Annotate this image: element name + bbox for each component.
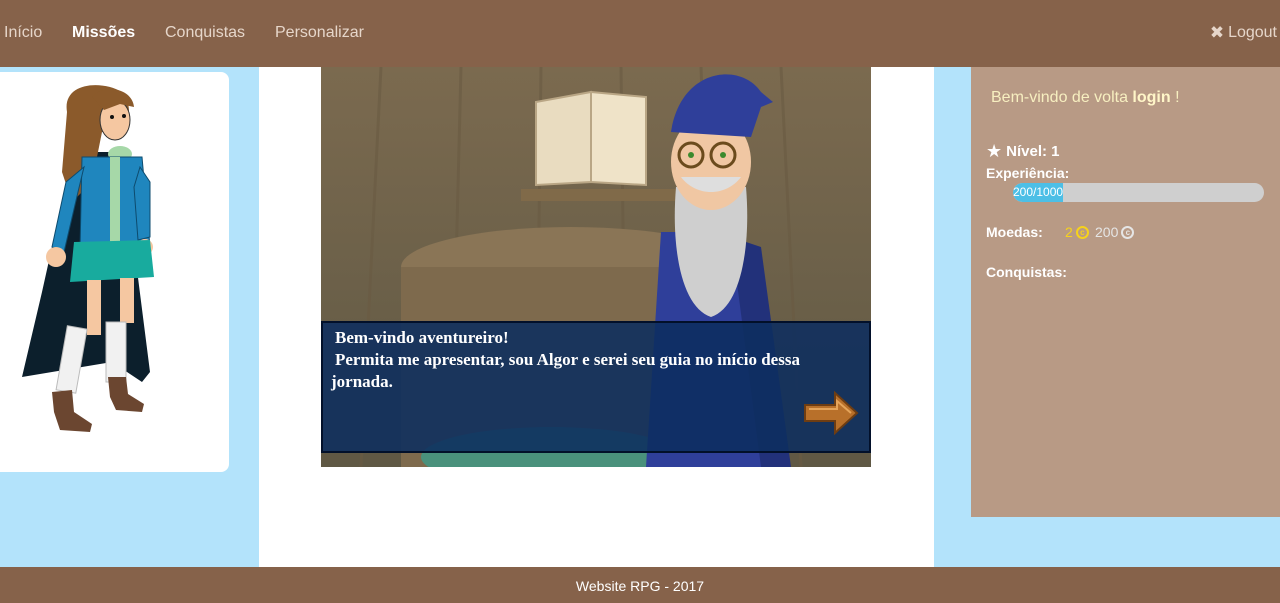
dialog-line-1: Bem-vindo aventureiro! <box>335 328 509 347</box>
experience-progress-text: 200/1000 <box>1013 185 1064 199</box>
mission-scene: Bem-vindo aventureiro! Permita me aprese… <box>321 67 871 467</box>
silver-coins: 200 c <box>1095 224 1135 240</box>
close-icon: ✖ <box>1209 23 1225 42</box>
nav-conquistas[interactable]: Conquistas <box>165 24 245 42</box>
achievements-label: Conquistas: <box>986 264 1067 280</box>
experience-label: Experiência: <box>986 165 1070 181</box>
welcome-prefix: Bem-vindo de volta <box>991 89 1128 106</box>
nav-missoes[interactable]: Missões <box>72 24 135 42</box>
stats-panel: Bem-vindo de volta login ! ★ Nível: 1 Ex… <box>971 67 1280 517</box>
nav-personalizar[interactable]: Personalizar <box>275 24 364 42</box>
silver-coins-value: 200 <box>1095 224 1119 240</box>
mission-area: Bem-vindo aventureiro! Permita me aprese… <box>259 67 934 567</box>
footer: Website RPG - 2017 <box>0 567 1280 603</box>
dialog-box: Bem-vindo aventureiro! Permita me aprese… <box>321 321 871 453</box>
welcome-suffix: ! <box>1175 89 1180 106</box>
experience-progress-bar: 200/1000 <box>1013 183 1264 202</box>
level-label: Nível: 1 <box>1006 143 1060 160</box>
logout-label: Logout <box>1228 24 1277 41</box>
level-display: ★ Nível: 1 <box>986 141 1060 162</box>
player-avatar <box>22 85 154 432</box>
username: login <box>1132 89 1171 106</box>
nav-inicio[interactable]: Início <box>4 24 42 42</box>
dialog-line-2: Permita me apresentar, sou Algor e serei… <box>331 350 800 391</box>
character-card <box>0 72 229 472</box>
star-icon: ★ <box>986 141 1003 161</box>
gold-coins: 2 c <box>1065 224 1089 240</box>
coin-icon: c <box>1075 225 1089 239</box>
top-navbar: Início Missões Conquistas Personalizar ✖… <box>0 0 1280 67</box>
logout-button[interactable]: ✖ Logout <box>1210 23 1277 43</box>
next-arrow-icon[interactable] <box>803 389 859 437</box>
gold-coins-value: 2 <box>1065 224 1073 240</box>
welcome-message: Bem-vindo de volta login ! <box>991 89 1180 107</box>
coins-label: Moedas: <box>986 224 1043 240</box>
coin-icon: c <box>1121 225 1135 239</box>
